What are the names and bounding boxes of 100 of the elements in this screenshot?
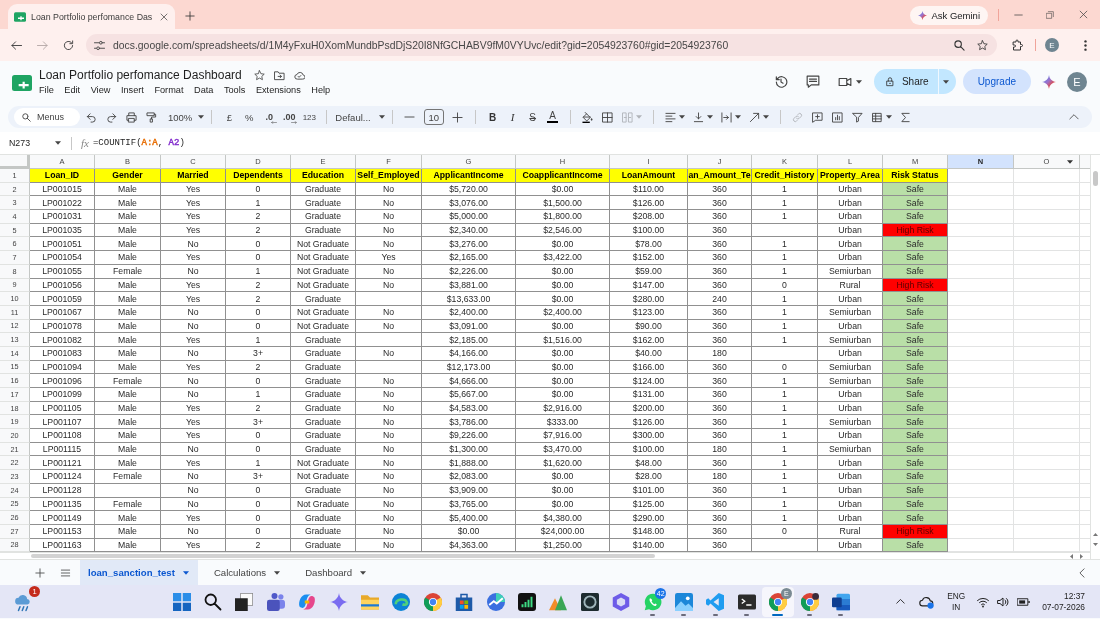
menu-item[interactable]: Edit	[64, 85, 81, 95]
caret-icon[interactable]	[55, 141, 61, 145]
menu-item[interactable]: Extensions	[255, 85, 301, 95]
diagonal-arrow-icon[interactable]	[749, 111, 761, 123]
caret-icon[interactable]	[678, 115, 685, 119]
font-dropdown[interactable]: Defaul...	[335, 111, 385, 123]
increase-decimals-button[interactable]: .00	[279, 112, 300, 122]
site-settings-icon[interactable]	[94, 39, 105, 51]
plus-icon[interactable]	[452, 111, 464, 123]
caret-icon[interactable]	[855, 79, 862, 84]
address-bar[interactable]: docs.google.com/spreadsheets/d/1M4yFxuH0XomMundbPsdDjS20I8NfGCHABV9fM0VYUvc/edit?gid=2054923760#gid=2054923760	[86, 34, 997, 56]
menu-item[interactable]: Data	[194, 85, 214, 95]
percent-button[interactable]: %	[239, 111, 260, 123]
bold-button[interactable]: B	[482, 111, 503, 123]
formula-text[interactable]: =COUNTIF(A:A, A2)	[92, 138, 185, 148]
language-label[interactable]: ENG	[947, 590, 966, 602]
text-color-button[interactable]: A	[547, 111, 559, 123]
zoom-icon[interactable]	[954, 39, 965, 51]
scroll-down-icon[interactable]	[1093, 543, 1098, 547]
battery-icon[interactable]	[1017, 597, 1031, 606]
browser-tab[interactable]: Loan Portfolio perfomance Das	[8, 4, 175, 29]
menu-item[interactable]: Format	[154, 85, 184, 95]
chevron-up-icon[interactable]	[896, 599, 906, 605]
rain-cloud-icon[interactable]	[14, 593, 32, 612]
undo-icon[interactable]	[85, 111, 97, 123]
scrollbar-thumb[interactable]	[1093, 171, 1098, 186]
clock-time[interactable]: 12:37	[1064, 590, 1085, 602]
puzzle-icon[interactable]	[1012, 39, 1024, 51]
move-folder-icon[interactable]	[273, 69, 285, 81]
sparkle-icon[interactable]	[1042, 74, 1056, 89]
clock-date[interactable]: 07-07-2026	[1042, 601, 1085, 613]
chart-icon[interactable]	[832, 111, 844, 123]
add-comment-icon[interactable]	[812, 111, 824, 123]
cloud-icon[interactable]	[919, 594, 935, 610]
profile-avatar[interactable]: E	[1045, 38, 1059, 52]
table-cell: $2,083.00	[422, 470, 516, 484]
scrollbar-thumb[interactable]	[31, 554, 655, 559]
upgrade-button[interactable]: Upgrade	[962, 69, 1031, 94]
speaker-icon[interactable]	[997, 595, 1010, 608]
menu-item[interactable]: View	[90, 85, 111, 95]
close-icon[interactable]	[1079, 10, 1088, 19]
table-cell: 360	[688, 511, 752, 525]
currency-button[interactable]: £	[219, 111, 240, 123]
caret-icon[interactable]	[762, 115, 769, 119]
strikethrough-button[interactable]: S	[522, 111, 543, 123]
text-wrap-icon[interactable]	[721, 111, 733, 123]
caret-icon[interactable]	[734, 115, 741, 119]
filter-icon[interactable]	[852, 111, 864, 123]
caret-icon[interactable]	[1067, 160, 1073, 164]
menu-item[interactable]: File	[39, 85, 54, 95]
sheet-tab[interactable]: loan_sanction_test	[80, 560, 198, 586]
add-sheet-icon[interactable]	[35, 567, 45, 578]
sheet-tab[interactable]: Calculations	[205, 560, 290, 586]
document-title[interactable]: Loan Portfolio perfomance Dashboard	[39, 68, 242, 82]
menu-item[interactable]: Tools	[223, 85, 246, 95]
paint-roller-icon[interactable]	[145, 111, 157, 123]
account-avatar[interactable]: E	[1067, 71, 1087, 92]
history-icon[interactable]	[773, 74, 788, 89]
scroll-left-icon[interactable]	[1070, 553, 1073, 559]
sheet-tab[interactable]: Dashboard	[297, 560, 376, 586]
restore-icon[interactable]	[1046, 10, 1054, 19]
chevron-left-icon[interactable]	[1079, 567, 1085, 578]
caret-icon[interactable]	[706, 115, 713, 119]
reload-icon[interactable]	[63, 39, 74, 51]
more-menu-icon[interactable]	[1084, 39, 1087, 51]
align-bottom-icon[interactable]	[693, 111, 705, 123]
font-size-field[interactable]: 10	[423, 109, 444, 125]
wifi-icon[interactable]	[977, 595, 990, 608]
menu-item[interactable]: Help	[311, 85, 331, 95]
share-button[interactable]: Share	[873, 69, 938, 94]
bookmark-star-icon[interactable]	[977, 39, 988, 51]
menu-search-field[interactable]: Menus	[14, 108, 80, 126]
new-tab-icon[interactable]	[185, 11, 195, 21]
italic-button[interactable]: I	[502, 111, 523, 123]
close-icon[interactable]	[160, 12, 168, 21]
sigma-icon[interactable]	[900, 111, 912, 123]
table-filter-icon[interactable]	[872, 111, 884, 123]
merge-cells-icon[interactable]	[622, 111, 634, 123]
printer-icon[interactable]	[125, 111, 137, 123]
star-icon[interactable]	[253, 69, 265, 81]
comment-icon[interactable]	[805, 74, 820, 89]
paint-bucket-icon[interactable]	[582, 111, 594, 123]
borders-icon[interactable]	[602, 111, 614, 123]
spreadsheet-logo-icon[interactable]	[12, 74, 32, 91]
align-lines-icon[interactable]	[665, 111, 677, 123]
back-arrow-icon[interactable]	[11, 39, 22, 51]
cloud-check-icon[interactable]	[293, 69, 305, 81]
decrease-decimals-button[interactable]: .0	[259, 112, 280, 122]
cell-reference[interactable]: N273	[9, 138, 53, 148]
swirl-circle-icon	[392, 592, 411, 611]
redo-icon[interactable]	[105, 111, 117, 123]
region-label[interactable]: IN	[952, 601, 961, 613]
header-cell: Loan_ID	[30, 169, 95, 183]
ask-gemini-button[interactable]: Ask Gemini	[910, 5, 988, 25]
number-format-button[interactable]: 123	[299, 112, 320, 122]
caret-icon[interactable]	[885, 115, 892, 119]
menu-item[interactable]: Insert	[120, 85, 144, 95]
zoom-dropdown[interactable]: 100%	[168, 111, 205, 123]
scroll-right-icon[interactable]	[1080, 553, 1083, 559]
scroll-up-icon[interactable]	[1093, 533, 1098, 537]
